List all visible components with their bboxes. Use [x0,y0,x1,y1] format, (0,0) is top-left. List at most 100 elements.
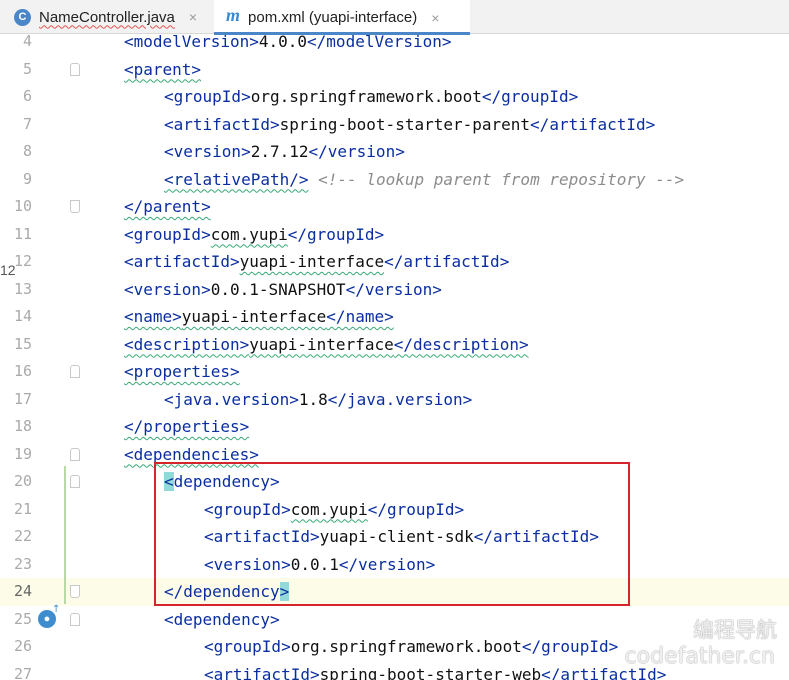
code-content: <artifactId>spring-boot-starter-parent</… [164,111,655,139]
code-line-9[interactable]: 9 <relativePath/> <!-- lookup parent from… [0,166,789,194]
code-content: <name>yuapi-interface</name> [124,303,394,331]
tab-label: pom.xml (yuapi-interface) [248,9,418,26]
fold-marker-icon[interactable] [70,585,80,598]
line-number: 8 [22,142,32,160]
code-line-25[interactable]: 25 <dependency> [0,606,789,634]
code-content: <groupId>org.springframework.boot</group… [204,633,618,661]
xml-text: yuapi-interface [239,252,385,271]
xml-text: org.springframework.boot [250,87,482,106]
code-line-12[interactable]: 12 <artifactId>yuapi-interface</artifactI… [0,248,789,276]
code-content: <description>yuapi-interface</descriptio… [124,331,529,359]
code-content: <dependency> [164,606,280,634]
xml-tag: <groupId> [204,637,291,656]
navigate-up-arrow-icon[interactable]: ↑ [52,604,60,615]
xml-text: spring-boot-starter-parent [279,114,531,134]
code-line-15[interactable]: 15 <description>yuapi-interface</descript… [0,331,789,359]
xml-tag: <groupId> [164,87,251,106]
xml-text: 0.0.1-SNAPSHOT [210,279,346,299]
line-number: 21 [13,499,32,518]
code-line-10[interactable]: 10 </parent> [0,193,789,221]
fold-marker-icon[interactable] [70,612,80,626]
xml-tag: <artifactId> [124,252,240,271]
line-number: 27 [13,664,32,680]
xml-text: 4.0.0 [258,32,308,51]
code-content: <version>2.7.12</version> [164,138,405,166]
line-number: 23 [13,554,32,573]
xml-tag: </properties> [124,417,250,436]
close-icon[interactable]: × [431,10,439,26]
xml-text: com.yupi [210,224,288,244]
line-number: 10 [13,197,32,215]
xml-tag: <modelVersion> [124,32,259,51]
xml-tag: </java.version> [327,389,473,409]
fold-marker-icon[interactable] [70,475,80,488]
maven-icon: m [226,5,241,25]
line-number: 4 [22,32,32,50]
code-line-8[interactable]: 8 <version>2.7.12</version> [0,138,789,166]
code-line-14[interactable]: 14 <name>yuapi-interface</name> [0,303,789,331]
code-content: <parent> [124,56,201,84]
line-number: 19 [13,444,32,463]
code-content: <artifactId>yuapi-interface</artifactId> [124,248,509,276]
code-line-6[interactable]: 6 <groupId>org.springframework.boot</grou… [0,83,789,111]
code-line-13[interactable]: 13 <version>0.0.1-SNAPSHOT</version> [0,276,789,304]
fold-marker-icon[interactable] [70,62,80,76]
side-panel-number: 12 [0,262,16,278]
xml-tag: <groupId> [124,224,211,244]
line-number: 15 [13,334,32,353]
xml-tag: </artifactId> [384,252,510,271]
code-line-11[interactable]: 11 <groupId>com.yupi</groupId> [0,221,789,249]
line-number: 6 [22,87,32,105]
xml-text: yuapi-interface [181,307,327,326]
code-content: <relativePath/> <!-- lookup parent from … [164,166,684,194]
code-line-17[interactable]: 17 <java.version>1.8</java.version> [0,386,789,414]
line-number: 14 [13,307,32,325]
xml-text: 2.7.12 [250,142,309,161]
xml-text: yuapi-interface [249,334,394,354]
xml-tag: <dependency> [164,609,280,629]
tab-label: NameController.java [39,8,175,26]
xml-text: 1.8 [298,389,328,409]
xml-text: spring-boot-starter-web [319,664,542,680]
xml-tag: </artifactId> [530,114,656,134]
code-content: <version>0.0.1-SNAPSHOT</version> [124,276,442,304]
code-content: <modelVersion>4.0.0</modelVersion> [124,28,452,56]
code-content: </properties> [124,413,249,441]
xml-tag: </groupId> [287,224,385,244]
code-line-18[interactable]: 18 </properties> [0,413,789,441]
line-number: 13 [13,279,32,298]
xml-tag: <artifactId> [164,114,280,134]
code-line-4[interactable]: 4 <modelVersion>4.0.0</modelVersion> [0,28,789,56]
line-number: 18 [13,417,32,435]
line-number: 7 [22,114,32,133]
annotation-highlight-box [154,462,630,606]
fold-marker-icon[interactable] [70,447,80,461]
line-number: 17 [13,389,32,408]
xml-tag: <java.version> [164,389,299,409]
xml-tag: <version> [124,279,211,299]
xml-tag: <parent> [124,59,202,79]
code-line-7[interactable]: 7 <artifactId>spring-boot-starter-parent<… [0,111,789,139]
line-number: 24 [13,582,32,600]
line-number: 9 [22,169,32,188]
xml-tag: </groupId> [521,637,619,656]
close-icon[interactable]: × [189,9,197,25]
code-content: <groupId>com.yupi</groupId> [124,221,384,249]
fold-marker-icon[interactable] [70,200,80,213]
xml-tag: </description> [393,334,529,354]
line-number: 25 [13,609,32,628]
xml-tag: <properties> [124,362,240,381]
code-line-16[interactable]: 16 <properties> [0,358,789,386]
xml-text: org.springframework.boot [290,637,522,656]
code-content: <java.version>1.8</java.version> [164,386,472,414]
code-line-5[interactable]: 5 <parent> [0,56,789,84]
xml-tag: </version> [308,142,405,161]
code-content: <properties> [124,358,240,386]
xml-comment: <!-- lookup parent from repository --> [318,169,685,189]
xml-tag: </parent> [124,197,211,216]
java-class-icon: C [14,8,31,26]
line-number: 20 [13,472,32,490]
xml-tag: <description> [124,334,250,354]
xml-tag: <dependencies> [124,444,259,464]
fold-marker-icon[interactable] [70,365,80,378]
